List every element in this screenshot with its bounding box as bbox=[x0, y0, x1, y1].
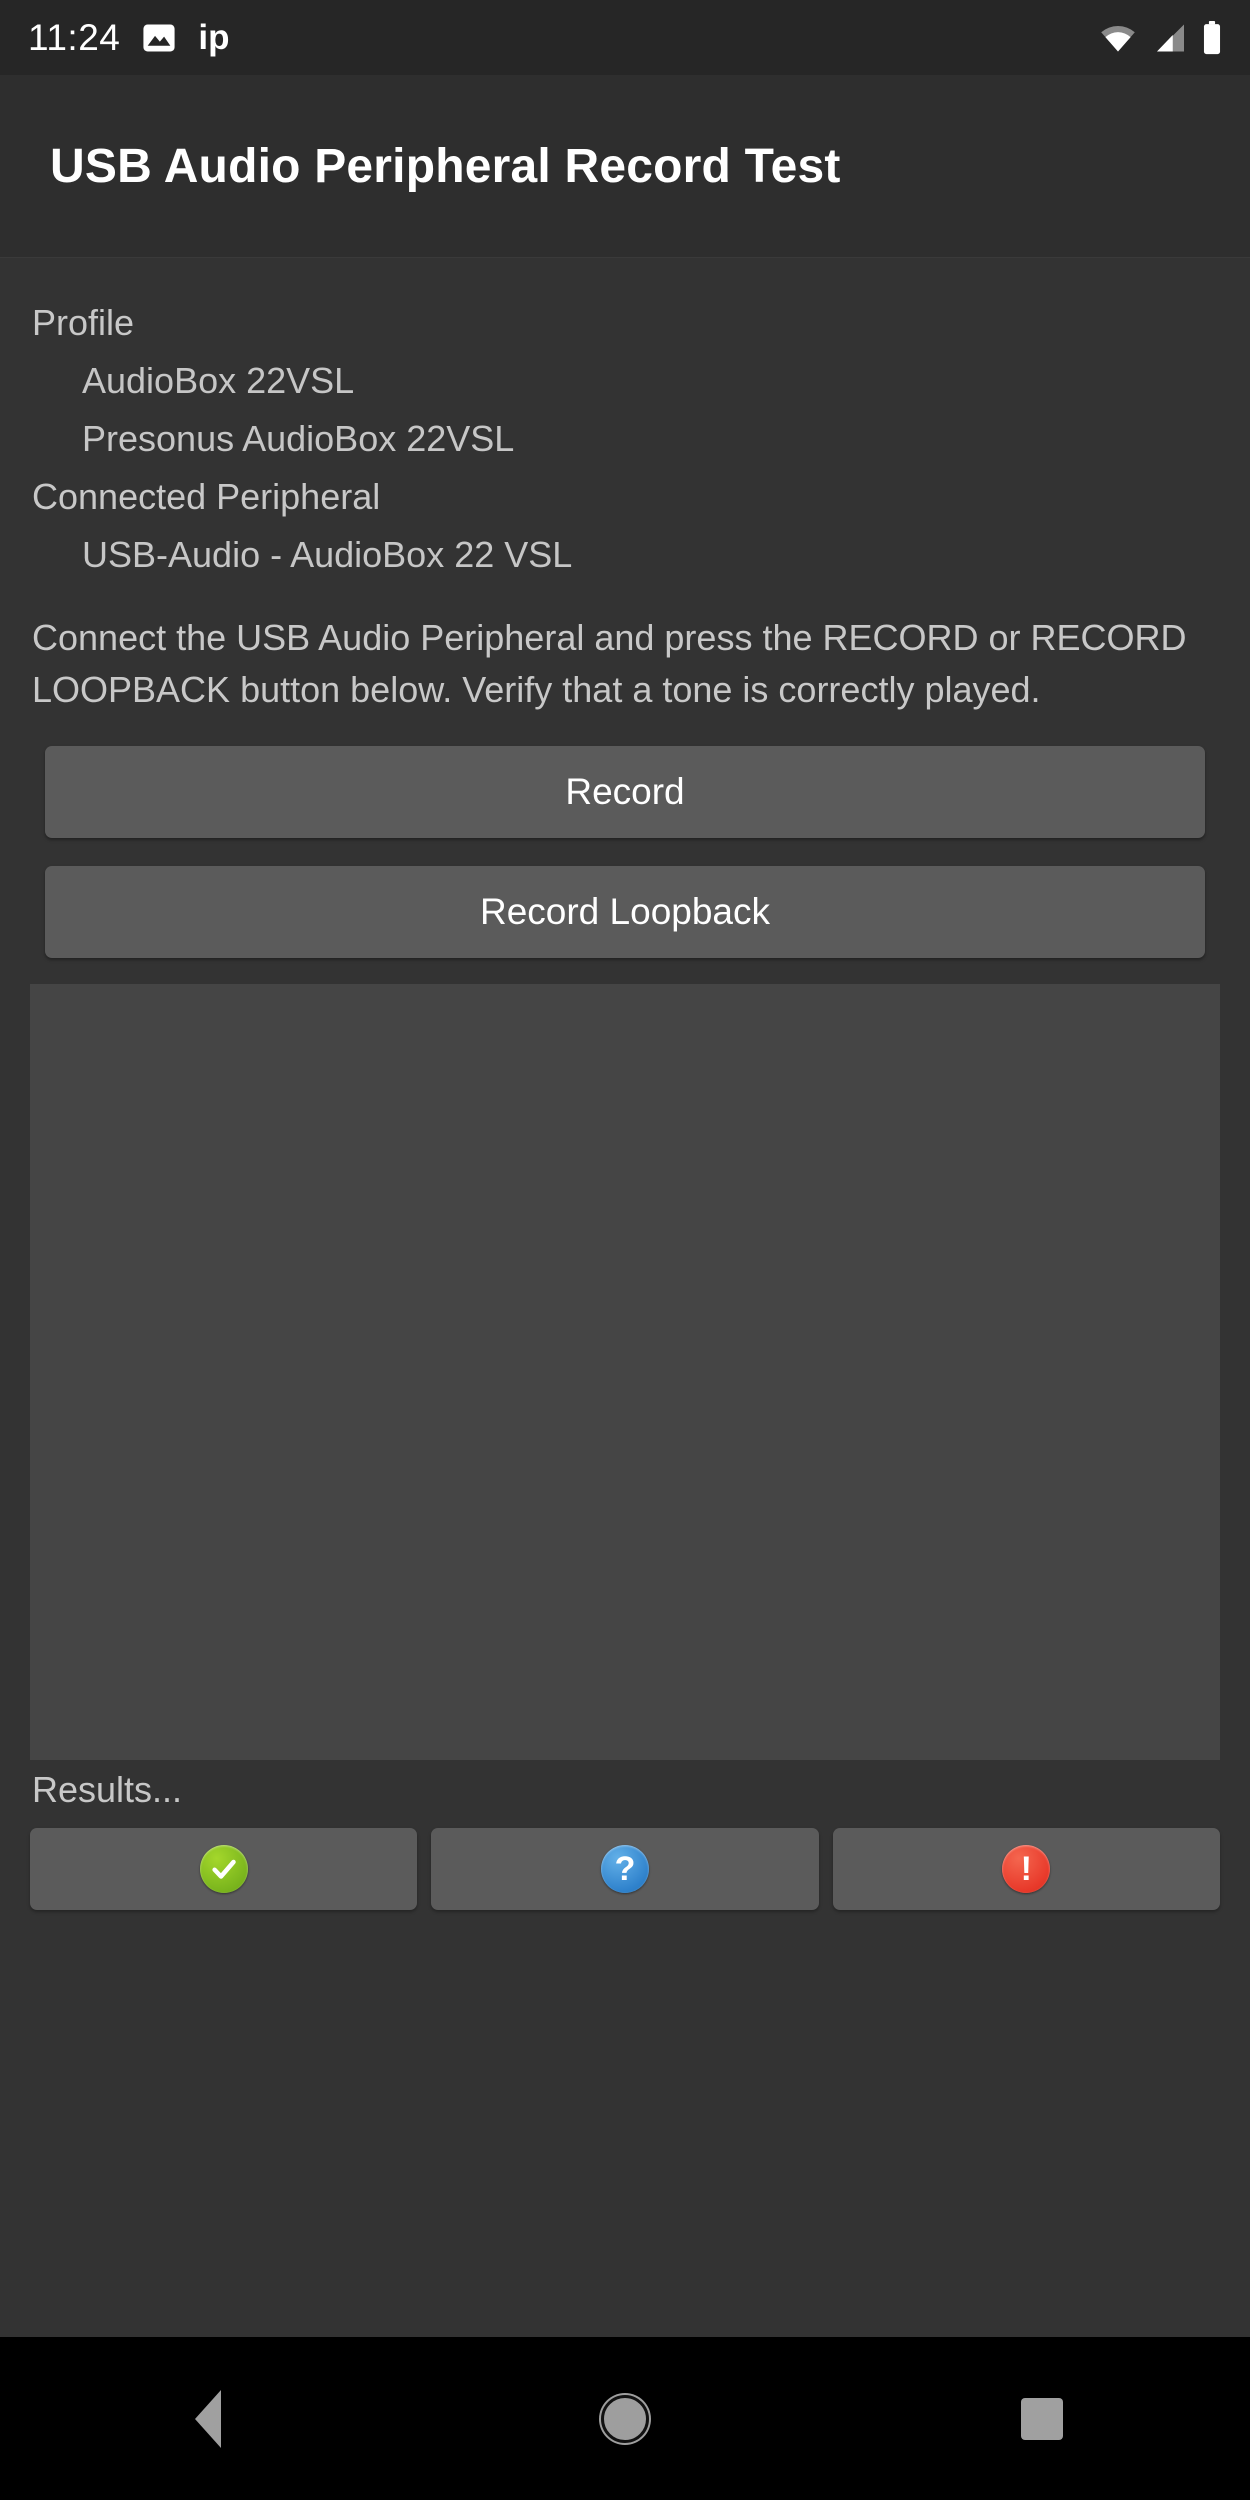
android-nav-bar bbox=[0, 2337, 1250, 2500]
recents-icon bbox=[1020, 2397, 1063, 2440]
results-output-text bbox=[30, 984, 1220, 1004]
pass-button[interactable] bbox=[30, 1828, 418, 1910]
profile-name: AudioBox 22VSL bbox=[82, 360, 355, 401]
status-bar: 11:24 ip bbox=[0, 0, 1250, 75]
record-loopback-button[interactable]: Record Loopback bbox=[45, 866, 1205, 958]
connected-peripheral-heading: Connected Peripheral bbox=[32, 476, 381, 517]
status-bar-right bbox=[1100, 20, 1222, 55]
results-label: Results... bbox=[32, 1769, 183, 1810]
nav-back-button[interactable] bbox=[0, 2337, 417, 2500]
profile-product: Presonus AudioBox 22VSL bbox=[82, 418, 515, 459]
ip-text-icon: ip bbox=[198, 17, 230, 57]
wifi-icon bbox=[1100, 23, 1136, 53]
fail-button[interactable]: ! bbox=[832, 1828, 1220, 1910]
image-icon bbox=[142, 21, 176, 55]
nav-recents-button[interactable] bbox=[833, 2337, 1250, 2500]
info-button[interactable]: ? bbox=[431, 1828, 819, 1910]
status-bar-left: 11:24 ip bbox=[28, 17, 229, 59]
connected-peripheral-device: USB-Audio - AudioBox 22 VSL bbox=[82, 534, 573, 575]
verdict-button-row: ? ! bbox=[30, 1828, 1220, 1910]
question-circle-icon: ? bbox=[600, 1845, 649, 1893]
exclamation-circle-icon: ! bbox=[1002, 1845, 1051, 1893]
nav-home-button[interactable] bbox=[417, 2337, 834, 2500]
back-icon bbox=[195, 2389, 222, 2448]
home-icon bbox=[601, 2394, 649, 2443]
battery-icon bbox=[1202, 20, 1222, 55]
app-title-bar: USB Audio Peripheral Record Test bbox=[0, 75, 1250, 258]
device-info-block: Profile AudioBox 22VSL Presonus AudioBox… bbox=[30, 259, 1220, 584]
results-output-panel[interactable] bbox=[30, 984, 1220, 1760]
cellular-signal-icon bbox=[1152, 23, 1186, 53]
status-clock: 11:24 bbox=[28, 16, 121, 58]
instructions-text: Connect the USB Audio Peripheral and pre… bbox=[32, 617, 1187, 710]
phone-screen: 11:24 ip USB Audio Peripheral Record Tes… bbox=[0, 0, 1250, 2500]
profile-heading: Profile bbox=[32, 302, 135, 343]
record-button[interactable]: Record bbox=[45, 746, 1205, 838]
check-circle-icon bbox=[199, 1845, 248, 1893]
page-title: USB Audio Peripheral Record Test bbox=[50, 139, 841, 193]
main-content: Profile AudioBox 22VSL Presonus AudioBox… bbox=[0, 259, 1250, 2259]
